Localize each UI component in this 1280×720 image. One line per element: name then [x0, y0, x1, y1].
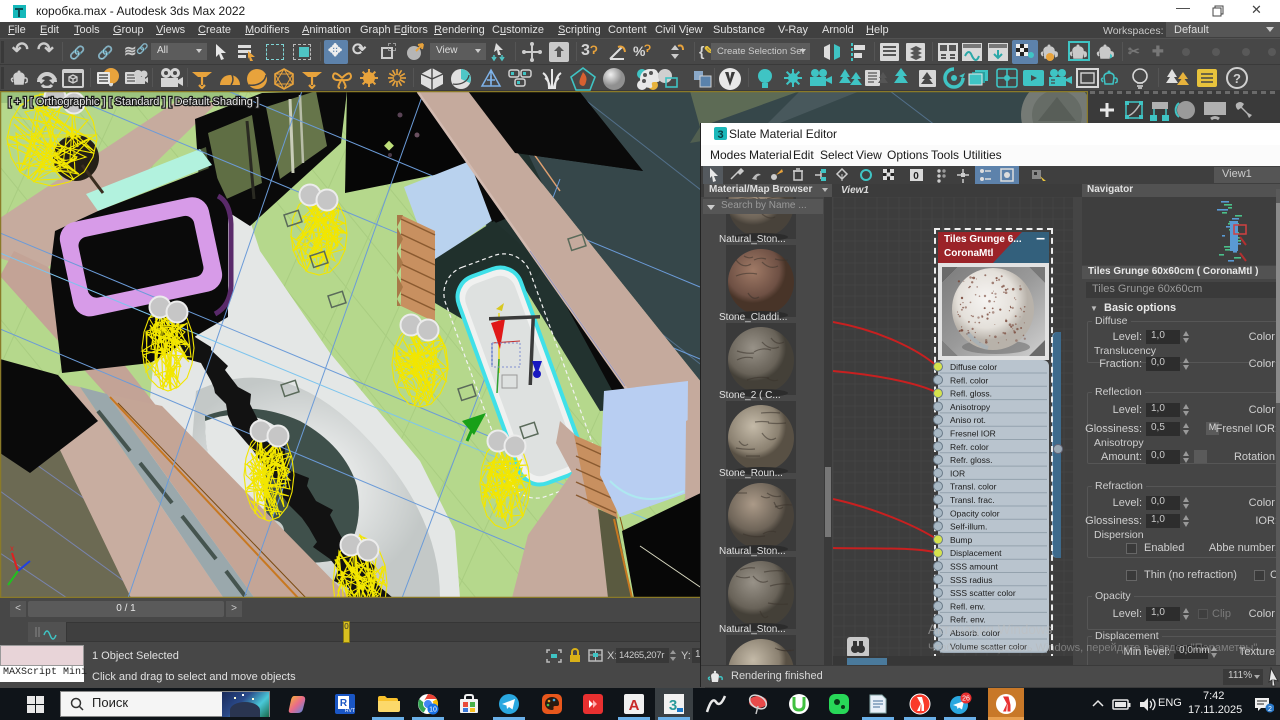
svg-text:x: x — [10, 544, 14, 553]
svg-text:Bump: Bump — [950, 535, 972, 545]
svg-text:2: 2 — [1268, 706, 1272, 713]
svg-text:SSS scatter color: SSS scatter color — [950, 588, 1016, 598]
svg-text:Fresnel IOR: Fresnel IOR — [950, 429, 996, 439]
svg-text:SSS radius: SSS radius — [950, 575, 993, 585]
svg-text:?: ? — [1233, 71, 1241, 86]
svg-text:3: 3 — [717, 129, 723, 141]
svg-text:A: A — [629, 697, 640, 714]
svg-text:Anisotropy: Anisotropy — [950, 402, 991, 412]
svg-text:[ + ] [ Orthographic ] [ Stand: [ + ] [ Orthographic ] [ Standard ] [ De… — [8, 96, 259, 108]
svg-text:3: 3 — [669, 697, 677, 714]
svg-text:Refl. gloss.: Refl. gloss. — [950, 389, 992, 399]
svg-text:Refr. color: Refr. color — [950, 442, 989, 452]
svg-text:26: 26 — [962, 696, 970, 703]
svg-text:Transl. color: Transl. color — [950, 482, 997, 492]
svg-text:10: 10 — [429, 707, 437, 714]
svg-text:Aniso rot.: Aniso rot. — [950, 415, 986, 425]
svg-text:RVT: RVT — [345, 708, 355, 714]
svg-text:SSS amount: SSS amount — [950, 562, 998, 572]
svg-text:IOR: IOR — [950, 468, 965, 478]
svg-text:Refr. gloss.: Refr. gloss. — [950, 455, 993, 465]
svg-text:0: 0 — [913, 171, 919, 182]
svg-text:Diffuse color: Diffuse color — [950, 362, 997, 372]
svg-text:Displacement: Displacement — [950, 548, 1002, 558]
svg-text:Self-illum.: Self-illum. — [950, 522, 987, 532]
svg-text:Refl. color: Refl. color — [950, 375, 988, 385]
svg-text:Transl. frac.: Transl. frac. — [950, 495, 995, 505]
svg-text:Opacity color: Opacity color — [950, 508, 1000, 518]
svg-text:Refl. env.: Refl. env. — [950, 601, 985, 611]
